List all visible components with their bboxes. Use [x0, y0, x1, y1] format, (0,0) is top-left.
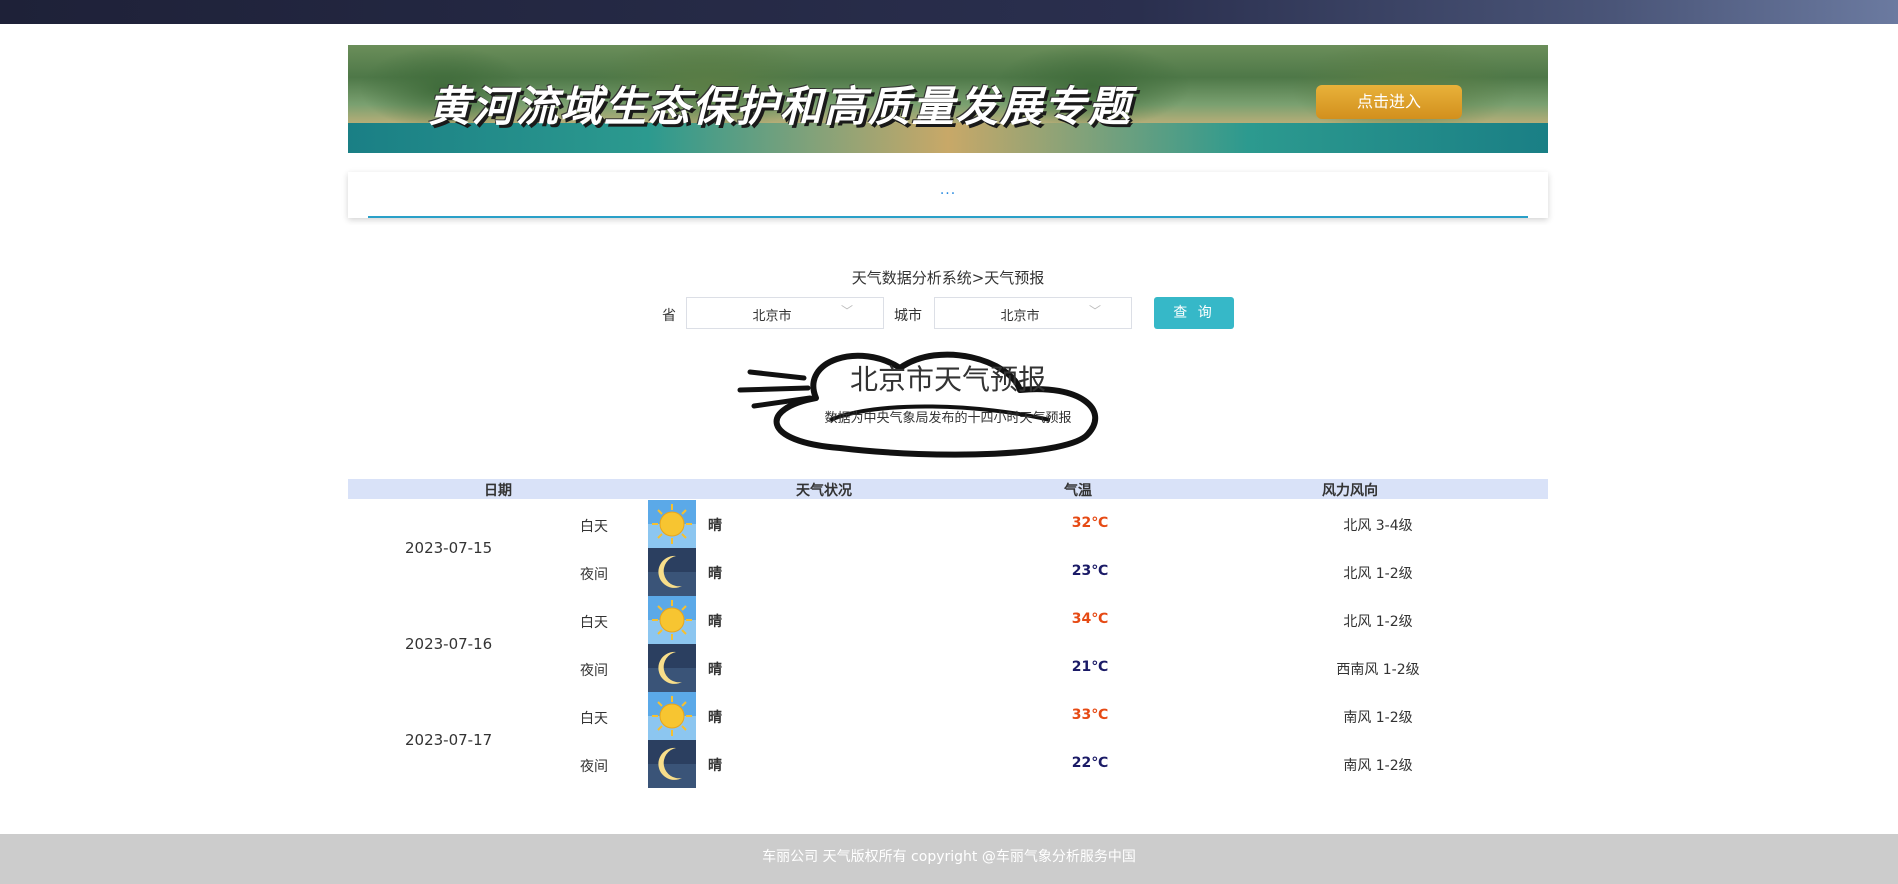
moon-icon [648, 548, 696, 596]
nav-loading-dots: ... [939, 182, 957, 198]
moon-icon [648, 644, 696, 692]
footer-copyright: 车丽公司 天气版权所有 copyright @车丽气象分析服务中国 [0, 834, 1898, 884]
col-wind: 风力风向 [1322, 483, 1378, 499]
moon-icon [648, 740, 696, 788]
banner-enter-button[interactable]: 点击进入 [1316, 85, 1462, 119]
table-row: 夜间 晴 23℃ 北风 1-2级 [348, 548, 1548, 596]
period-label: 夜间 [580, 663, 608, 679]
condition-text: 晴 [708, 662, 722, 678]
breadcrumb: 天气数据分析系统>天气预报 [851, 269, 1045, 287]
temperature: 23℃ [1071, 563, 1109, 579]
col-temp: 气温 [1064, 483, 1092, 499]
table-row: 白天 晴 34℃ 北风 1-2级 [348, 596, 1548, 644]
period-label: 白天 [580, 519, 608, 535]
temperature: 34℃ [1071, 611, 1109, 627]
table-row: 夜间 晴 21℃ 西南风 1-2级 [348, 644, 1548, 692]
sun-icon [648, 692, 696, 740]
query-button[interactable]: 查 询 [1154, 297, 1234, 329]
province-label: 省 [662, 308, 676, 324]
period-label: 夜间 [580, 759, 608, 775]
period-label: 夜间 [580, 567, 608, 583]
condition-text: 晴 [708, 566, 722, 582]
table-row: 夜间 晴 22℃ 南风 1-2级 [348, 740, 1548, 788]
forecast-title: 北京市天气预报 [849, 363, 1046, 396]
nav-bar: ... [348, 172, 1548, 218]
table-header: 日期 天气状况 气温 风力风向 [348, 479, 1548, 499]
wind-text: 北风 3-4级 [1343, 518, 1413, 534]
wind-text: 北风 1-2级 [1343, 566, 1413, 582]
period-label: 白天 [580, 615, 608, 631]
wind-text: 南风 1-2级 [1343, 710, 1413, 726]
temperature: 33℃ [1071, 707, 1109, 723]
sun-icon [648, 596, 696, 644]
chevron-down-icon: ﹀ [1088, 304, 1101, 318]
banner-title: 黄河流域生态保护和高质量发展专题 [428, 82, 1133, 131]
sun-icon [648, 500, 696, 548]
forecast-panel: 天气数据分析系统>天气预报 省 北京市 ﹀ 城市 北京市 ﹀ 查 询 北京市天气… [348, 225, 1548, 799]
wind-text: 西南风 1-2级 [1336, 662, 1420, 678]
top-bar [0, 0, 1898, 24]
table-row: 白天 晴 32℃ 北风 3-4级 [348, 500, 1548, 548]
condition-text: 晴 [708, 518, 722, 534]
period-label: 白天 [580, 711, 608, 727]
table-row: 白天 晴 33℃ 南风 1-2级 [348, 692, 1548, 740]
temperature: 21℃ [1071, 659, 1109, 675]
temperature: 22℃ [1071, 755, 1109, 771]
forecast-subtitle: 数据为中央气象局发布的十四小时天气预报 [824, 411, 1072, 426]
col-condition: 天气状况 [796, 483, 852, 499]
yellow-river-banner[interactable]: 黄河流域生态保护和高质量发展专题 点击进入 [348, 45, 1548, 153]
condition-text: 晴 [708, 614, 722, 630]
temperature: 32℃ [1071, 515, 1109, 531]
nav-underline [368, 216, 1528, 218]
condition-text: 晴 [708, 758, 722, 774]
wind-text: 南风 1-2级 [1343, 758, 1413, 774]
wind-text: 北风 1-2级 [1343, 614, 1413, 630]
chevron-down-icon: ﹀ [840, 304, 853, 318]
condition-text: 晴 [708, 710, 722, 726]
col-date: 日期 [484, 483, 512, 499]
